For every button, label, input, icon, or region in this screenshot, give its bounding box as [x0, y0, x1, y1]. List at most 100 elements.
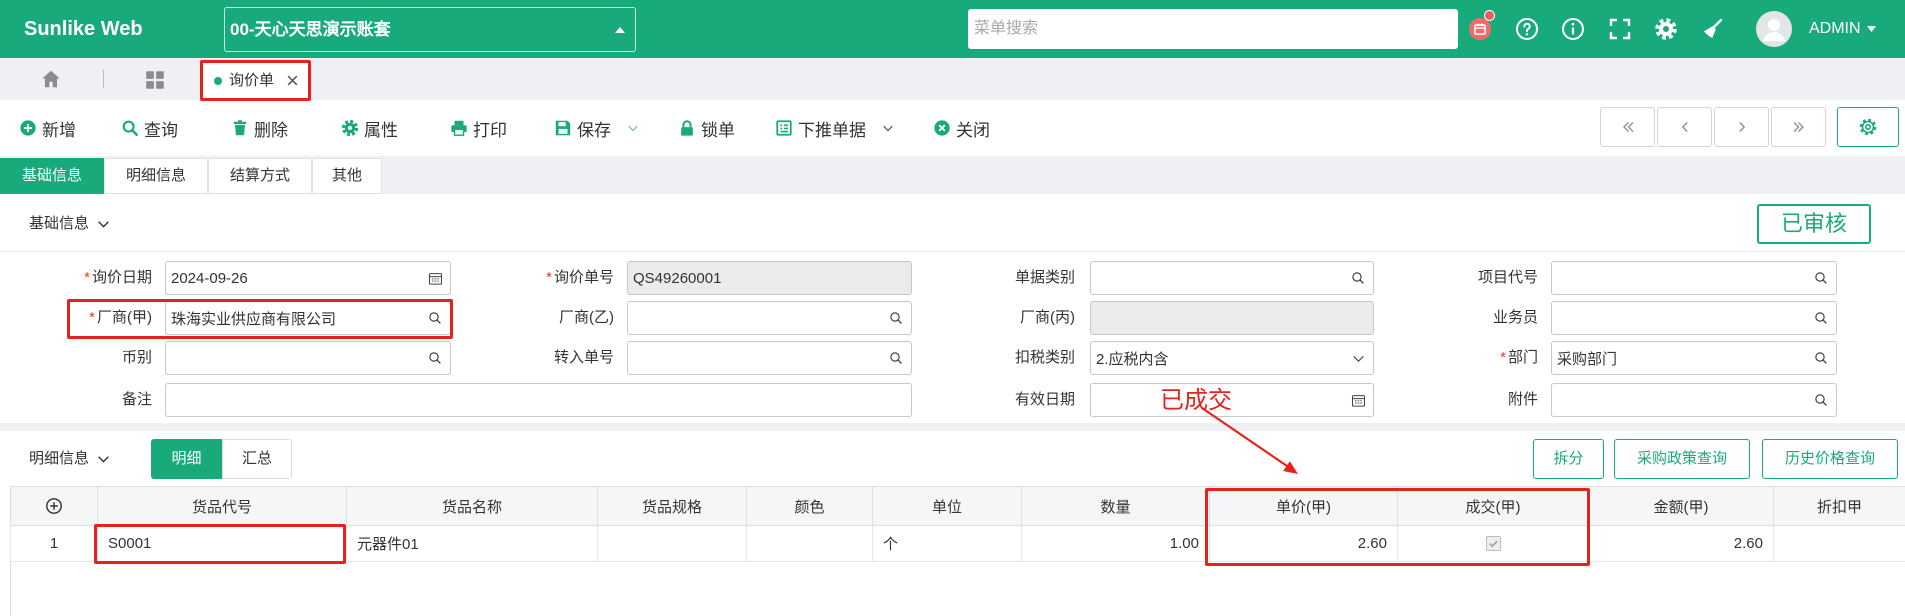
search-icon[interactable]	[1351, 271, 1366, 286]
menu-search-input[interactable]	[968, 9, 1458, 49]
cell-color[interactable]	[746, 525, 873, 562]
department-input[interactable]	[1552, 342, 1836, 374]
transfer-no-input[interactable]	[628, 342, 911, 374]
search-icon[interactable]	[1814, 351, 1829, 366]
search-icon[interactable]	[1814, 271, 1829, 286]
next-record-button[interactable]	[1714, 107, 1769, 147]
project-code-field[interactable]	[1551, 261, 1837, 295]
info-icon[interactable]	[1561, 17, 1585, 41]
detail-section-toggle[interactable]: 明细信息	[29, 445, 110, 473]
calendar-icon[interactable]	[428, 271, 443, 286]
purchase-policy-query-button[interactable]: 采购政策查询	[1614, 439, 1750, 479]
price-history-query-button[interactable]: 历史价格查询	[1762, 439, 1898, 479]
attachment-input[interactable]	[1552, 384, 1836, 416]
cell-quantity[interactable]: 1.00	[1021, 525, 1210, 562]
column-header[interactable]: 单位	[872, 486, 1022, 526]
grid-icon[interactable]	[144, 69, 166, 91]
cell-amount[interactable]: 2.60	[1588, 525, 1774, 562]
search-icon[interactable]	[428, 311, 443, 326]
column-header[interactable]: 货品名称	[346, 486, 598, 526]
vendor-b-input[interactable]	[628, 302, 911, 334]
close-button[interactable]: 关闭	[933, 100, 990, 156]
help-icon[interactable]	[1515, 17, 1539, 41]
tab-other[interactable]: 其他	[312, 158, 382, 194]
remark-input[interactable]	[166, 384, 911, 416]
cell-item-spec[interactable]	[597, 525, 747, 562]
cell-item-name[interactable]: 元器件01	[346, 525, 598, 562]
push-document-button[interactable]: 下推单据	[775, 100, 895, 156]
column-header[interactable]: 数量	[1021, 486, 1210, 526]
inquiry-date-input[interactable]	[166, 262, 450, 294]
first-record-button[interactable]	[1600, 107, 1655, 147]
field-label-valid-date: 有效日期	[1014, 391, 1075, 408]
currency-input[interactable]	[166, 342, 450, 374]
vendor-b-field[interactable]	[627, 301, 912, 335]
remark-field[interactable]	[165, 383, 912, 417]
column-header[interactable]: 金额(甲)	[1588, 486, 1774, 526]
tax-type-select[interactable]	[1090, 341, 1374, 375]
transfer-no-field[interactable]	[627, 341, 912, 375]
currency-field[interactable]	[165, 341, 451, 375]
search-icon[interactable]	[428, 351, 443, 366]
cell-unit[interactable]: 个	[872, 525, 1022, 562]
cell-item-code[interactable]: S0001	[97, 525, 347, 562]
chevron-down-icon[interactable]	[1351, 351, 1366, 366]
column-header[interactable]: 成交(甲)	[1397, 486, 1589, 526]
column-header[interactable]: 折扣甲	[1773, 486, 1905, 526]
search-icon[interactable]	[889, 351, 904, 366]
vendor-a-field[interactable]	[165, 301, 451, 335]
view-summary-button[interactable]: 汇总	[222, 439, 292, 479]
tax-type-value[interactable]	[1091, 342, 1373, 374]
column-header[interactable]: 颜色	[746, 486, 873, 526]
new-button[interactable]: 新增	[19, 100, 76, 156]
plus-circle-icon[interactable]	[45, 497, 63, 515]
broom-icon[interactable]	[1700, 17, 1724, 41]
account-selector[interactable]: 00-天心天思演示账套	[224, 7, 636, 52]
deal-checkbox[interactable]	[1485, 536, 1501, 551]
column-header[interactable]: 货品规格	[597, 486, 747, 526]
attachment-field[interactable]	[1551, 383, 1837, 417]
close-icon[interactable]	[286, 74, 299, 87]
query-button[interactable]: 查询	[121, 100, 178, 156]
previous-record-button[interactable]	[1657, 107, 1712, 147]
split-button[interactable]: 拆分	[1533, 439, 1604, 479]
print-button[interactable]: 打印	[450, 100, 507, 156]
table-row[interactable]: 1 S0001 元器件01 个 1.00 2.60 2.60	[10, 525, 1905, 562]
home-icon[interactable]	[40, 68, 62, 90]
user-menu[interactable]: ADMIN	[1809, 0, 1876, 58]
search-icon[interactable]	[889, 311, 904, 326]
settings-button[interactable]	[1837, 107, 1899, 147]
lock-button[interactable]: 锁单	[678, 100, 735, 156]
fullscreen-icon[interactable]	[1608, 17, 1632, 41]
doc-category-field[interactable]	[1090, 261, 1374, 295]
chevron-down-icon[interactable]	[881, 121, 895, 135]
view-detail-button[interactable]: 明细	[151, 439, 222, 479]
tab-detail-info[interactable]: 明细信息	[104, 158, 208, 194]
save-button[interactable]: 保存	[554, 100, 640, 156]
last-record-button[interactable]	[1771, 107, 1826, 147]
calendar-icon[interactable]	[1351, 393, 1366, 408]
search-icon[interactable]	[1814, 393, 1829, 408]
vendor-a-input[interactable]	[166, 302, 450, 334]
search-icon[interactable]	[1814, 311, 1829, 326]
delete-button[interactable]: 删除	[231, 100, 288, 156]
add-row-header[interactable]	[10, 486, 98, 526]
avatar-icon[interactable]	[1756, 11, 1792, 47]
department-field[interactable]	[1551, 341, 1837, 375]
project-code-input[interactable]	[1552, 262, 1836, 294]
tab-basic-info[interactable]: 基础信息	[0, 158, 104, 194]
basic-section-toggle[interactable]: 基础信息	[29, 210, 110, 238]
properties-button[interactable]: 属性	[341, 100, 398, 156]
column-header[interactable]: 单价(甲)	[1209, 486, 1398, 526]
cell-unit-price[interactable]: 2.60	[1209, 525, 1398, 562]
doc-category-input[interactable]	[1091, 262, 1373, 294]
tab-inquiry[interactable]: 询价单	[200, 61, 310, 100]
cell-discount[interactable]	[1773, 525, 1905, 562]
salesperson-field[interactable]	[1551, 301, 1837, 335]
gear-icon[interactable]	[1654, 17, 1678, 41]
tab-settlement[interactable]: 结算方式	[208, 158, 312, 194]
column-header[interactable]: 货品代号	[97, 486, 347, 526]
salesperson-input[interactable]	[1552, 302, 1836, 334]
chevron-down-icon[interactable]	[626, 121, 640, 135]
inquiry-date-field[interactable]	[165, 261, 451, 295]
